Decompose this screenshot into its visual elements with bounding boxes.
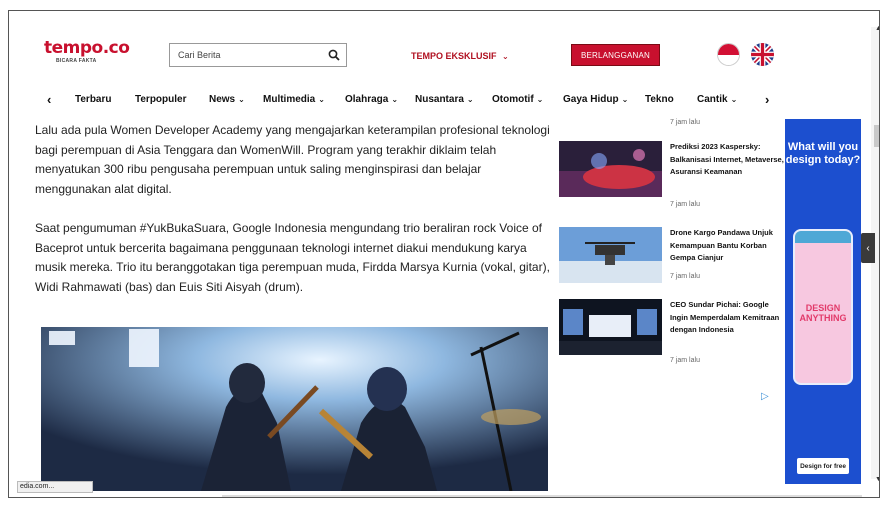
chevron-down-icon: ⌄ — [536, 95, 544, 104]
scroll-down-icon[interactable]: ▼ — [875, 476, 879, 483]
horizontal-scrollbar[interactable] — [222, 495, 862, 497]
chevron-down-icon: ⌄ — [238, 95, 245, 104]
nav-item-terbaru[interactable]: Terbaru — [75, 94, 112, 105]
ad-phone-text: DESIGN ANYTHING — [799, 303, 847, 323]
scrollbar-thumb[interactable] — [874, 125, 879, 147]
browser-viewport: tempo.co BICARA FAKTA TEMPO EKSKLUSIF ⌄ … — [8, 10, 880, 498]
article-paragraph: Lalu ada pula Women Developer Academy ya… — [35, 123, 550, 196]
news-time: 7 jam lalu — [670, 357, 700, 364]
nav-item-otomotif[interactable]: Otomotif ⌄ — [492, 94, 543, 105]
nav-item-multimedia[interactable]: Multimedia ⌄ — [263, 94, 325, 105]
chevron-down-icon: ⌄ — [502, 52, 509, 61]
category-nav: ‹ Terbaru Terpopuler News ⌄ Multimedia ⌄ O… — [9, 89, 879, 113]
nav-item-cantik[interactable]: Cantik ⌄ — [697, 94, 737, 105]
chevron-down-icon: ⌄ — [730, 95, 738, 104]
chevron-down-icon: ⌄ — [466, 95, 474, 104]
site-logo[interactable]: tempo.co BICARA FAKTA — [44, 38, 130, 64]
subscribe-button[interactable]: BERLANGGANAN — [571, 44, 660, 66]
nav-item-olahraga[interactable]: Olahraga ⌄ — [345, 94, 398, 105]
exclusive-menu[interactable]: TEMPO EKSKLUSIF ⌄ — [411, 51, 509, 61]
nav-item-gaya-hidup[interactable]: Gaya Hidup ⌄ — [563, 94, 628, 105]
nav-item-news[interactable]: News ⌄ — [209, 94, 245, 105]
nav-next-icon[interactable]: › — [765, 92, 769, 107]
ad-phone-illustration: DESIGN ANYTHING — [793, 229, 853, 385]
news-title[interactable]: Prediksi 2023 Kaspersky: Balkanisasi Int… — [670, 141, 784, 179]
search-input[interactable] — [170, 44, 320, 66]
status-bar: edia.com... — [17, 481, 93, 493]
chevron-down-icon: ⌄ — [318, 95, 325, 104]
news-thumbnail[interactable] — [559, 141, 662, 197]
article-paragraph: Saat pengumuman #YukBukaSuara, Google In… — [35, 221, 550, 294]
exclusive-label: TEMPO EKSKLUSIF — [411, 51, 497, 61]
ad-headline: What will you design today? — [785, 141, 861, 166]
indonesia-flag-icon[interactable] — [717, 43, 740, 66]
site-header: tempo.co BICARA FAKTA TEMPO EKSKLUSIF ⌄ … — [9, 11, 879, 85]
advertisement-banner[interactable]: What will you design today? DESIGN ANYTH… — [785, 119, 861, 484]
search-box — [169, 43, 347, 67]
news-title[interactable]: Drone Kargo Pandawa Unjuk Kemampuan Bant… — [670, 227, 784, 265]
scroll-up-icon[interactable]: ▲ — [875, 25, 879, 32]
news-time: 7 jam lalu — [670, 119, 700, 126]
news-thumbnail[interactable] — [559, 299, 662, 355]
news-title[interactable]: CEO Sundar Pichai: Google Ingin Memperda… — [670, 299, 784, 337]
article-photo — [41, 327, 548, 491]
news-time: 7 jam lalu — [670, 273, 700, 280]
chevron-left-icon[interactable]: ‹ — [861, 233, 875, 263]
ad-choices-icon[interactable]: ▷ — [761, 391, 769, 402]
nav-prev-icon[interactable]: ‹ — [47, 92, 51, 107]
article-body: Lalu ada pula Women Developer Academy ya… — [35, 121, 550, 317]
news-time: 7 jam lalu — [670, 201, 700, 208]
nav-item-terpopuler[interactable]: Terpopuler — [135, 94, 186, 105]
news-thumbnail[interactable] — [559, 227, 662, 283]
ad-cta-button[interactable]: Design for free — [797, 458, 849, 474]
nav-item-tekno[interactable]: Tekno — [645, 94, 674, 105]
uk-flag-icon[interactable] — [751, 43, 774, 66]
nav-item-nusantara[interactable]: Nusantara ⌄ — [415, 94, 474, 105]
chevron-down-icon: ⌄ — [621, 95, 629, 104]
chevron-down-icon: ⌄ — [391, 95, 399, 104]
logo-tagline: BICARA FAKTA — [56, 58, 97, 64]
search-icon[interactable] — [328, 49, 340, 61]
logo-text: tempo.co — [44, 38, 130, 58]
